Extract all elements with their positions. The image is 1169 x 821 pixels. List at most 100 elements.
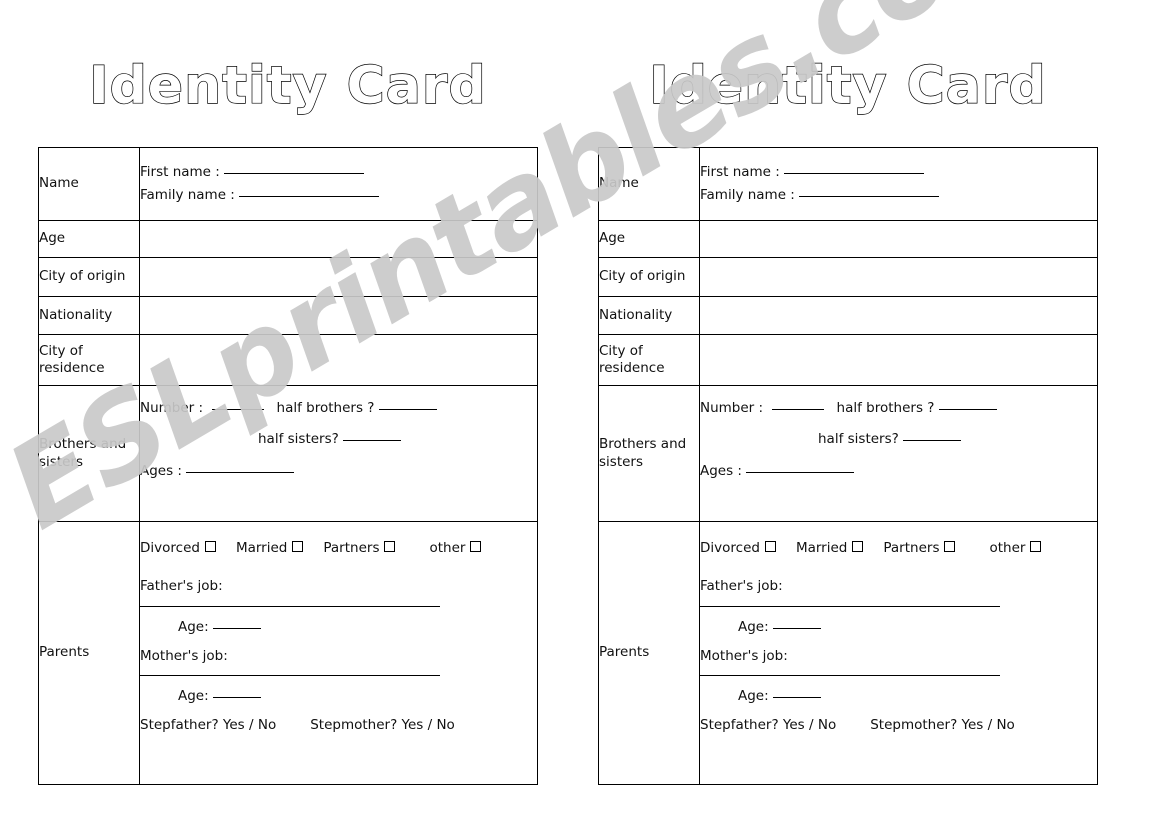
half-sisters-rule[interactable] <box>343 440 402 442</box>
half-sisters-rule[interactable] <box>903 440 962 442</box>
first-name-rule[interactable] <box>784 173 925 175</box>
siblings-ages-row: Ages : <box>700 463 1097 480</box>
family-name-rule[interactable] <box>799 195 940 197</box>
option-married[interactable]: Married <box>236 540 304 557</box>
table-row: City of residence <box>598 334 1098 386</box>
row-label-city-of-residence: City of residence <box>598 334 700 386</box>
row-label-brothers-and-sisters: Brothers and sisters <box>38 385 140 522</box>
mother-age-row: Age: <box>738 688 1097 705</box>
checkbox-icon[interactable] <box>384 541 396 552</box>
number-label: Number : <box>700 400 764 416</box>
city-of-residence-line1: City of <box>39 342 83 359</box>
ages-rule[interactable] <box>186 471 295 473</box>
parents-fields-group: Divorced Married Partners other Father's jo… <box>700 522 1097 735</box>
brothers-label-line2: sisters <box>39 453 84 470</box>
first-name-field[interactable]: First name : <box>140 164 537 181</box>
row-label-city-of-residence: City of residence <box>38 334 140 386</box>
parents-status-options: Divorced Married Partners other <box>700 540 1097 557</box>
brothers-label-line2: sisters <box>599 453 644 470</box>
checkbox-icon[interactable] <box>204 541 216 552</box>
mother-age-rule[interactable] <box>212 697 261 699</box>
option-partners[interactable]: Partners <box>323 540 396 557</box>
checkbox-icon[interactable] <box>292 541 304 552</box>
family-name-rule[interactable] <box>239 195 380 197</box>
city-of-residence-line2: residence <box>599 360 665 376</box>
number-label: Number : <box>140 400 204 416</box>
father-age-rule[interactable] <box>772 627 821 629</box>
row-field-brothers-and-sisters: Number : half brothers ? half sisters? A… <box>699 385 1098 522</box>
ages-rule[interactable] <box>746 471 855 473</box>
row-field-age[interactable] <box>699 220 1098 258</box>
father-age-rule[interactable] <box>212 627 261 629</box>
mother-age-rule[interactable] <box>772 697 821 699</box>
father-age-label: Age: <box>738 618 769 635</box>
row-field-parents: Divorced Married Partners other Father's jo… <box>139 521 538 785</box>
mothers-job-label: Mother's job: <box>700 647 788 664</box>
fathers-job-rule[interactable] <box>700 605 1000 607</box>
row-label-parents: Parents <box>598 521 700 785</box>
married-label: Married <box>795 540 848 556</box>
table-row: Name First name : Family name : <box>598 147 1098 221</box>
checkbox-icon[interactable] <box>852 541 864 552</box>
stepmother-question[interactable]: Stepmother? Yes / No <box>870 717 1015 733</box>
option-other[interactable]: other <box>429 540 482 557</box>
mothers-job-rule[interactable] <box>140 675 440 677</box>
partners-label: Partners <box>323 540 380 556</box>
checkbox-icon[interactable] <box>470 541 482 552</box>
stepmother-question[interactable]: Stepmother? Yes / No <box>310 717 455 733</box>
table-row: Name First name : Family name : <box>38 147 538 221</box>
row-label-city-of-origin: City of origin <box>38 257 140 297</box>
row-label-parents: Parents <box>38 521 140 785</box>
checkbox-icon[interactable] <box>1030 541 1042 552</box>
family-name-field[interactable]: Family name : <box>140 187 537 204</box>
row-field-city-of-residence[interactable] <box>139 334 538 386</box>
option-divorced[interactable]: Divorced <box>140 540 216 557</box>
number-rule[interactable] <box>771 409 824 410</box>
row-field-city-of-origin[interactable] <box>139 257 538 297</box>
half-brothers-rule[interactable] <box>938 409 997 410</box>
family-name-field[interactable]: Family name : <box>700 187 1097 204</box>
partners-label: Partners <box>883 540 940 556</box>
table-row: City of origin <box>598 257 1098 297</box>
row-label-age: Age <box>598 220 700 258</box>
number-rule[interactable] <box>211 409 264 410</box>
row-field-name: First name : Family name : <box>699 147 1098 221</box>
row-field-brothers-and-sisters: Number : half brothers ? half sisters? A… <box>139 385 538 522</box>
parents-fields-group: Divorced Married Partners other Father's jo… <box>140 522 537 735</box>
siblings-half-sisters-row: half sisters? <box>700 431 1097 448</box>
first-name-field[interactable]: First name : <box>700 164 1097 181</box>
table-row: Brothers and sisters Number : half broth… <box>598 385 1098 522</box>
table-row: Age <box>38 220 538 258</box>
other-label: other <box>989 540 1026 556</box>
row-field-city-of-origin[interactable] <box>699 257 1098 297</box>
mothers-job-rule[interactable] <box>700 675 1000 677</box>
option-other[interactable]: other <box>989 540 1042 557</box>
mother-age-row: Age: <box>178 688 537 705</box>
siblings-number-row: Number : half brothers ? <box>700 400 1097 417</box>
checkbox-icon[interactable] <box>764 541 776 552</box>
fathers-job-label: Father's job: <box>140 578 223 595</box>
first-name-label: First name : <box>700 164 780 181</box>
row-field-age[interactable] <box>139 220 538 258</box>
checkbox-icon[interactable] <box>944 541 956 552</box>
row-field-nationality[interactable] <box>699 296 1098 335</box>
father-age-row: Age: <box>738 619 1097 636</box>
option-partners[interactable]: Partners <box>883 540 956 557</box>
half-brothers-rule[interactable] <box>378 409 437 410</box>
stepfather-question[interactable]: Stepfather? Yes / No <box>140 717 276 733</box>
worksheet-sheet: Identity Card Name First name : Family n… <box>0 0 1169 821</box>
identity-card-table: Name First name : Family name : Age City… <box>598 147 1098 785</box>
ages-label: Ages : <box>700 462 742 479</box>
option-married[interactable]: Married <box>795 540 864 557</box>
fathers-job-rule[interactable] <box>140 605 440 607</box>
row-label-brothers-and-sisters: Brothers and sisters <box>598 385 700 522</box>
half-brothers-label: half brothers ? <box>836 400 935 416</box>
mothers-job-label: Mother's job: <box>140 647 228 664</box>
brothers-label-line1: Brothers and <box>599 436 687 453</box>
row-field-city-of-residence[interactable] <box>699 334 1098 386</box>
row-field-name: First name : Family name : <box>139 147 538 221</box>
stepfather-question[interactable]: Stepfather? Yes / No <box>700 717 836 733</box>
row-field-nationality[interactable] <box>139 296 538 335</box>
option-divorced[interactable]: Divorced <box>700 540 776 557</box>
first-name-rule[interactable] <box>224 173 365 175</box>
